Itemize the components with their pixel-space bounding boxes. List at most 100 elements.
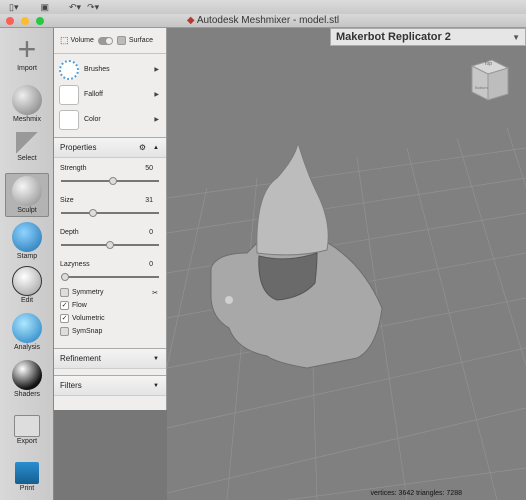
undo-icon[interactable]: ↶▾: [66, 0, 84, 14]
export-label: Export: [16, 438, 38, 445]
falloff-row[interactable]: Falloff ▶: [54, 82, 166, 107]
lazyness-knob[interactable]: [61, 273, 69, 281]
dropdown-arrow-icon[interactable]: ▼: [512, 33, 520, 42]
meshmixer-logo-icon: ◆: [186, 15, 195, 26]
volume-label: Volume: [70, 37, 94, 44]
size-knob[interactable]: [89, 209, 97, 217]
shaders-tool[interactable]: Shaders: [5, 358, 49, 402]
brushes-arrow-icon: ▶: [154, 67, 159, 73]
lazyness-row: Lazyness 0: [54, 258, 166, 270]
depth-value: 0: [149, 228, 153, 236]
volumetric-row[interactable]: ✓ Volumetric: [54, 312, 166, 325]
volumetric-label: Volumetric: [72, 315, 105, 322]
size-slider[interactable]: [61, 206, 159, 220]
printer-name: Makerbot Replicator 2: [336, 31, 451, 43]
symmetry-tool-icon[interactable]: ✂: [152, 289, 158, 297]
falloff-curve-icon: [59, 84, 79, 105]
color-swatch: [59, 109, 79, 130]
expand-icon[interactable]: ▼: [153, 383, 159, 389]
depth-row: Depth 0: [54, 226, 166, 238]
size-label: Size: [60, 196, 74, 204]
edit-icon: [12, 266, 42, 296]
refinement-label: Refinement: [60, 354, 101, 363]
meshmix-tool[interactable]: Meshmix: [5, 83, 49, 127]
depth-slider[interactable]: [61, 238, 159, 252]
flow-checkbox[interactable]: ✓: [60, 301, 69, 310]
gear-icon[interactable]: ⚙: [139, 143, 146, 152]
volume-icon: ⬚: [60, 35, 69, 45]
strength-slider[interactable]: [61, 174, 159, 188]
size-row: Size 31: [54, 194, 166, 206]
flow-row[interactable]: ✓ Flow: [54, 299, 166, 312]
cursor-icon: [16, 132, 38, 154]
save-icon[interactable]: ▣: [37, 0, 52, 14]
symmetry-checkbox[interactable]: [60, 288, 69, 297]
brushes-row[interactable]: Brushes ▶: [54, 57, 166, 82]
analysis-label: Analysis: [13, 344, 41, 351]
printer-icon: [15, 462, 39, 484]
properties-header[interactable]: Properties ⚙ ▲: [54, 137, 166, 158]
lazyness-value: 0: [149, 260, 153, 268]
stamp-label: Stamp: [16, 253, 38, 260]
strength-row: Strength 50: [54, 162, 166, 174]
export-tool[interactable]: Export: [5, 409, 49, 453]
volumetric-checkbox[interactable]: ✓: [60, 314, 69, 323]
mesh-stats: vertices: 3642 triangles: 7288: [370, 490, 462, 497]
symsnap-row[interactable]: SymSnap: [54, 325, 166, 338]
falloff-label: Falloff: [84, 91, 103, 98]
stamp-tool[interactable]: Stamp: [5, 220, 49, 264]
surface-icon: [116, 36, 126, 45]
title-bar: ◆ Autodesk Meshmixer - model.stl: [0, 14, 526, 28]
printer-selector[interactable]: Makerbot Replicator 2 ▼: [330, 28, 526, 46]
import-tool[interactable]: + Import: [5, 32, 49, 76]
expand-icon[interactable]: ▼: [153, 356, 159, 362]
brushes-icon: [59, 59, 79, 80]
shaders-label: Shaders: [13, 391, 41, 398]
filters-header[interactable]: Filters ▼: [54, 375, 166, 396]
select-label: Select: [17, 155, 37, 162]
export-icon: [14, 415, 40, 437]
filters-label: Filters: [60, 381, 82, 390]
strength-value: 50: [145, 164, 153, 172]
sculpt-tool[interactable]: Sculpt: [5, 173, 49, 217]
properties-label: Properties: [60, 143, 97, 152]
stamp-icon: [12, 222, 42, 252]
color-arrow-icon: ▶: [154, 117, 159, 123]
edit-tool[interactable]: Edit: [5, 264, 49, 308]
meshmix-icon: [12, 85, 42, 115]
volume-surface-toggle[interactable]: [97, 36, 113, 45]
plus-icon: +: [17, 31, 37, 67]
meshmix-label: Meshmix: [12, 116, 41, 123]
symsnap-label: SymSnap: [72, 328, 103, 335]
surface-label: Surface: [128, 37, 153, 44]
symmetry-row[interactable]: Symmetry ✂: [54, 286, 166, 299]
analysis-tool[interactable]: Analysis: [5, 311, 49, 355]
flow-label: Flow: [72, 302, 87, 309]
redo-icon[interactable]: ↷▾: [84, 0, 102, 14]
color-label: Color: [84, 116, 101, 123]
volume-surface-switch: ⬚ Volume Surface: [54, 28, 166, 54]
strength-knob[interactable]: [109, 177, 117, 185]
print-tool[interactable]: Print: [5, 456, 49, 500]
depth-label: Depth: [60, 228, 79, 236]
symsnap-checkbox[interactable]: [60, 327, 69, 336]
collapse-icon[interactable]: ▲: [153, 145, 159, 151]
shader-sphere-icon: [12, 360, 42, 390]
depth-knob[interactable]: [106, 241, 114, 249]
sculpt-label: Sculpt: [17, 207, 37, 214]
refinement-header[interactable]: Refinement ▼: [54, 348, 166, 369]
brushes-label: Brushes: [84, 66, 110, 73]
brush-icon: [12, 176, 42, 206]
cube-top-label: Top: [484, 61, 493, 67]
size-value: 31: [145, 196, 153, 204]
sculpt-panel: ⬚ Volume Surface Brushes ▶ Falloff ▶ Color…: [54, 28, 167, 410]
print-label: Print: [19, 485, 35, 492]
select-tool[interactable]: Select: [5, 128, 49, 172]
color-row[interactable]: Color ▶: [54, 107, 166, 132]
lazyness-slider[interactable]: [61, 270, 159, 284]
tool-sidebar: + Import Meshmix Select Sculpt Stamp Edit…: [0, 28, 54, 500]
view-cube[interactable]: Top Bottom: [468, 56, 510, 104]
file-menu-icon[interactable]: ▯▾: [6, 0, 21, 14]
analysis-icon: [12, 313, 42, 343]
app-toolbar: ▯▾ ▣ ↶▾ ↷▾: [0, 0, 526, 14]
